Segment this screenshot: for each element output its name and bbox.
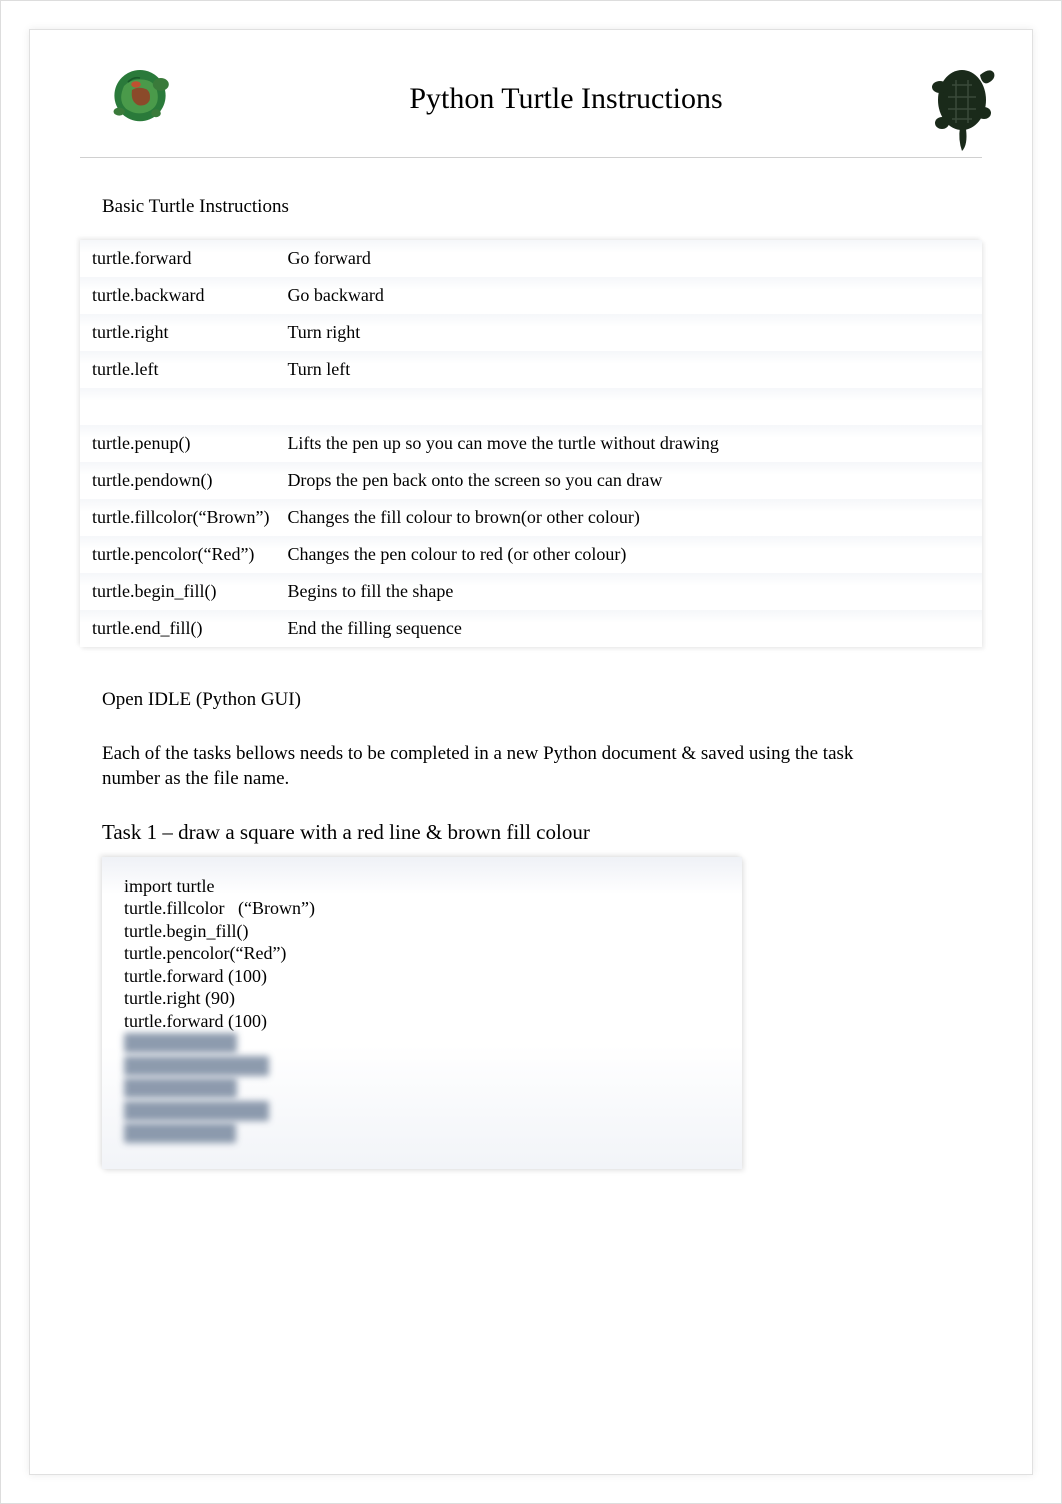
description-cell: Begins to fill the shape	[281, 573, 982, 610]
command-cell: turtle.backward	[80, 277, 281, 314]
command-cell: turtle.fillcolor(“Brown”)	[80, 499, 281, 536]
description-cell: Go forward	[281, 240, 982, 277]
spacer-cell	[281, 388, 982, 425]
table-row: turtle.penup()Lifts the pen up so you ca…	[80, 425, 982, 462]
header-row: Python Turtle Instructions	[80, 60, 982, 158]
code-line-obscured: turtle.end_fill()	[124, 1122, 720, 1145]
code-line-obscured: turtle.forward (100)	[124, 1055, 720, 1078]
table-row: turtle.leftTurn left	[80, 351, 982, 388]
command-cell: turtle.forward	[80, 240, 281, 277]
table-row: turtle.rightTurn right	[80, 314, 982, 351]
spacer-cell	[80, 388, 281, 425]
description-cell: Turn right	[281, 314, 982, 351]
command-cell: turtle.left	[80, 351, 281, 388]
task-intro-text: Each of the tasks bellows needs to be co…	[102, 741, 862, 792]
content-frame: Python Turtle Instructions Basic Turtle …	[29, 29, 1033, 1475]
turtle-globe-icon	[100, 54, 180, 134]
section-heading-basic: Basic Turtle Instructions	[102, 196, 982, 218]
spacer-row	[80, 388, 982, 425]
command-cell: turtle.penup()	[80, 425, 281, 462]
command-cell: turtle.right	[80, 314, 281, 351]
code-line-obscured: turtle.right (90)	[124, 1032, 720, 1055]
table-row: turtle.end_fill()End the filling sequenc…	[80, 610, 982, 647]
turtle-silhouette-icon	[922, 55, 1002, 155]
table-row: turtle.forwardGo forward	[80, 240, 982, 277]
table-row: turtle.begin_fill()Begins to fill the sh…	[80, 573, 982, 610]
description-cell: Changes the fill colour to brown(or othe…	[281, 499, 982, 536]
code-line: turtle.pencolor(“Red”)	[124, 942, 720, 965]
task-1-heading: Task 1 – draw a square with a red line &…	[102, 820, 982, 845]
description-cell: Turn left	[281, 351, 982, 388]
command-cell: turtle.pendown()	[80, 462, 281, 499]
open-idle-text: Open IDLE (Python GUI)	[102, 687, 862, 713]
table-row: turtle.pendown()Drops the pen back onto …	[80, 462, 982, 499]
document-page: Python Turtle Instructions Basic Turtle …	[0, 0, 1062, 1504]
table-row: turtle.fillcolor(“Brown”)Changes the fil…	[80, 499, 982, 536]
code-line: import turtle	[124, 875, 720, 898]
description-cell: Go backward	[281, 277, 982, 314]
table-row: turtle.backwardGo backward	[80, 277, 982, 314]
table-row: turtle.pencolor(“Red”)Changes the pen co…	[80, 536, 982, 573]
task-1-code-box: import turtleturtle.fillcolor (“Brown”)t…	[102, 857, 742, 1169]
description-cell: Lifts the pen up so you can move the tur…	[281, 425, 982, 462]
code-line-obscured: turtle.forward (100)	[124, 1100, 720, 1123]
code-line: turtle.right (90)	[124, 987, 720, 1010]
command-cell: turtle.pencolor(“Red”)	[80, 536, 281, 573]
description-cell: Changes the pen colour to red (or other …	[281, 536, 982, 573]
code-line: turtle.forward (100)	[124, 1010, 720, 1033]
code-line-obscured: turtle.right (90)	[124, 1077, 720, 1100]
code-line: turtle.begin_fill()	[124, 920, 720, 943]
command-cell: turtle.begin_fill()	[80, 573, 281, 610]
code-line: turtle.forward (100)	[124, 965, 720, 988]
description-cell: End the filling sequence	[281, 610, 982, 647]
page-title: Python Turtle Instructions	[180, 60, 922, 116]
command-cell: turtle.end_fill()	[80, 610, 281, 647]
description-cell: Drops the pen back onto the screen so yo…	[281, 462, 982, 499]
instructions-table: turtle.forwardGo forwardturtle.backwardG…	[80, 240, 982, 647]
code-line: turtle.fillcolor (“Brown”)	[124, 897, 720, 920]
